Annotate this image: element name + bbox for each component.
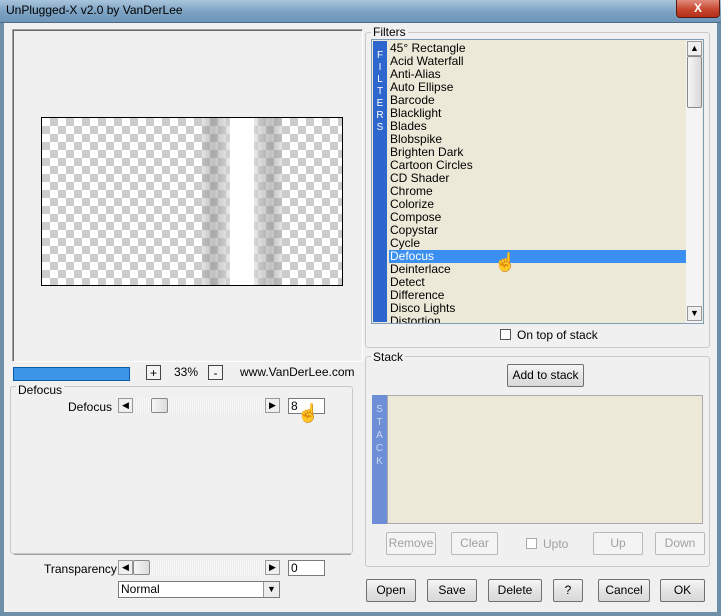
title-bar[interactable]: UnPlugged-X v2.0 by VanDerLee X xyxy=(0,0,721,23)
filters-side-letter: T xyxy=(376,86,384,97)
hand-cursor-icon: ☝ xyxy=(297,403,320,423)
hand-cursor-icon: ☝ xyxy=(494,252,517,272)
filter-scroll-thumb[interactable] xyxy=(687,56,702,108)
preview-stripe-left xyxy=(202,118,230,285)
remove-button[interactable]: Remove xyxy=(386,532,436,555)
on-top-checkbox[interactable] xyxy=(500,329,511,340)
filter-scroll-down-button[interactable]: ▼ xyxy=(687,306,702,321)
right-arrow-icon: ▶ xyxy=(269,562,276,572)
website-link[interactable]: www.VanDerLee.com xyxy=(240,365,355,379)
open-button[interactable]: Open xyxy=(366,579,416,602)
ok-button[interactable]: OK xyxy=(660,579,705,602)
stack-list[interactable] xyxy=(387,395,703,524)
filters-side-letter: I xyxy=(378,62,382,73)
transparency-slider-thumb[interactable] xyxy=(133,560,150,575)
progress-bar xyxy=(13,367,130,381)
filters-side-letter: E xyxy=(376,98,384,109)
dialog-client: + 33% - www.VanDerLee.com Defocus Defocu… xyxy=(4,23,717,612)
defocus-slider-thumb[interactable] xyxy=(151,398,168,413)
filters-group-label: Filters xyxy=(371,25,408,39)
defocus-right-button[interactable]: ▶ xyxy=(265,398,280,413)
filter-params-group-label: Defocus xyxy=(16,383,65,397)
scroll-down-arrow-icon: ▼ xyxy=(690,308,699,318)
preview-stripe-right xyxy=(254,118,282,285)
transparency-label: Transparency xyxy=(44,562,117,576)
upto-label: Upto xyxy=(543,537,569,551)
on-top-label: On top of stack xyxy=(517,328,598,342)
stack-side-letter: K xyxy=(376,456,383,467)
zoom-in-button[interactable]: + xyxy=(146,365,161,380)
transparency-slider-track[interactable] xyxy=(133,560,266,575)
transparency-right-button[interactable]: ▶ xyxy=(265,560,280,575)
left-arrow-icon: ◀ xyxy=(122,400,129,410)
defocus-param-label: Defocus xyxy=(68,400,113,414)
transparency-left-button[interactable]: ◀ xyxy=(118,560,133,575)
stack-side-letter: S xyxy=(376,404,383,415)
filters-side-letter: F xyxy=(376,50,384,61)
close-button[interactable]: X xyxy=(676,0,720,18)
cancel-button[interactable]: Cancel xyxy=(598,579,650,602)
stack-side-letter: C xyxy=(375,443,384,454)
blend-mode-select[interactable]: Normal ▼ xyxy=(118,581,280,598)
defocus-left-button[interactable]: ◀ xyxy=(118,398,133,413)
filters-side-letter: S xyxy=(376,122,384,133)
filter-scroll-up-button[interactable]: ▲ xyxy=(687,41,702,56)
chevron-down-icon[interactable]: ▼ xyxy=(263,582,279,597)
blend-mode-value: Normal xyxy=(121,582,160,596)
stack-side-label: S T A C K xyxy=(372,395,387,524)
scroll-up-arrow-icon: ▲ xyxy=(690,43,699,53)
transparency-value-field[interactable]: 0 xyxy=(288,560,325,576)
up-button[interactable]: Up xyxy=(593,532,643,555)
window-title: UnPlugged-X v2.0 by VanDerLee xyxy=(6,3,183,17)
upto-checkbox[interactable] xyxy=(526,538,537,549)
stack-side-letter: T xyxy=(376,417,383,428)
zoom-out-button[interactable]: - xyxy=(208,365,223,380)
filters-side-letter: R xyxy=(376,110,384,121)
delete-button[interactable]: Delete xyxy=(488,579,542,602)
preview-image xyxy=(41,117,343,286)
add-to-stack-button[interactable]: Add to stack xyxy=(507,364,584,387)
preview-pane[interactable] xyxy=(12,29,363,362)
zoom-level: 33% xyxy=(174,365,199,379)
filter-list[interactable]: F I L T E R S 45° Rectangle Acid Waterfa… xyxy=(371,39,704,324)
save-button[interactable]: Save xyxy=(427,579,477,602)
down-button[interactable]: Down xyxy=(655,532,705,555)
filters-side-letter: L xyxy=(377,74,383,85)
preview-stripe-white xyxy=(230,118,254,285)
clear-button[interactable]: Clear xyxy=(451,532,498,555)
stack-group-label: Stack xyxy=(371,350,406,364)
right-arrow-icon: ▶ xyxy=(269,400,276,410)
stack-side-letter: A xyxy=(376,430,383,441)
filter-item[interactable]: Distortion xyxy=(390,315,441,324)
separator-line xyxy=(14,554,351,555)
filters-side-label: F I L T E R S xyxy=(373,41,387,322)
help-button[interactable]: ? xyxy=(553,579,583,602)
left-arrow-icon: ◀ xyxy=(122,562,129,572)
